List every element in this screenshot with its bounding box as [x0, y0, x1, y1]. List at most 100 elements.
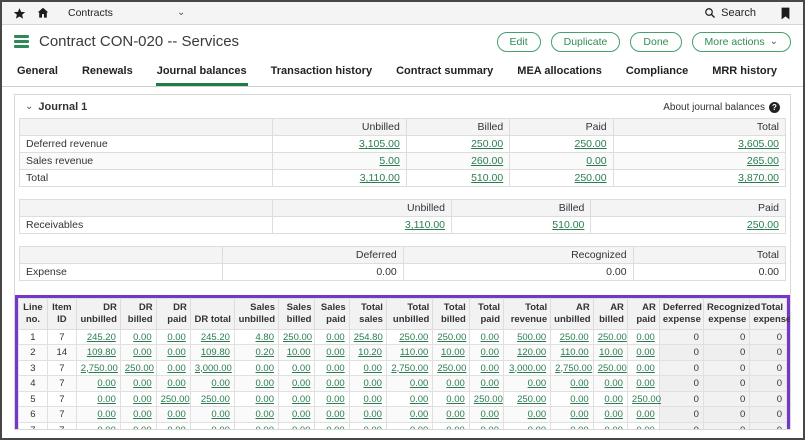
amount-link[interactable]: 250.00: [632, 394, 661, 405]
amount-link[interactable]: 0.00: [363, 363, 382, 374]
amount-link[interactable]: 3,605.00: [738, 138, 779, 150]
amount-link[interactable]: 0.00: [167, 347, 186, 358]
amount-link[interactable]: 110.00: [560, 347, 588, 358]
amount-link[interactable]: 0.00: [133, 409, 152, 420]
amount-link[interactable]: 10.20: [358, 347, 382, 358]
amount-link[interactable]: 0.00: [481, 347, 500, 358]
amount-link[interactable]: 0.00: [528, 425, 547, 431]
journal-title[interactable]: Journal 1: [38, 101, 663, 113]
tab-journal-balances[interactable]: Journal balances: [156, 58, 248, 86]
amount-link[interactable]: 0.00: [481, 409, 500, 420]
tab-transaction-history[interactable]: Transaction history: [270, 58, 373, 86]
amount-link[interactable]: 2,750.00: [555, 363, 592, 374]
amount-link[interactable]: 0.00: [636, 409, 655, 420]
amount-link[interactable]: 0.00: [363, 378, 382, 389]
amount-link[interactable]: 245.20: [87, 332, 116, 343]
more-actions-button[interactable]: More actions⌄: [692, 32, 792, 52]
star-icon[interactable]: [12, 6, 27, 21]
amount-link[interactable]: 0.00: [256, 425, 275, 431]
amount-link[interactable]: 0.00: [570, 394, 589, 405]
amount-link[interactable]: 265.00: [747, 155, 779, 167]
amount-link[interactable]: 250.00: [161, 394, 190, 405]
amount-link[interactable]: 250.00: [125, 363, 154, 374]
amount-link[interactable]: 0.00: [326, 394, 345, 405]
tab-contract-summary[interactable]: Contract summary: [395, 58, 494, 86]
amount-link[interactable]: 3,105.00: [359, 138, 400, 150]
amount-link[interactable]: 250.00: [437, 363, 466, 374]
amount-link[interactable]: 0.00: [97, 394, 116, 405]
amount-link[interactable]: 0.00: [481, 425, 500, 431]
contracts-dropdown[interactable]: Contracts ⌄: [68, 7, 185, 19]
amount-link[interactable]: 0.00: [481, 378, 500, 389]
amount-link[interactable]: 0.00: [97, 409, 116, 420]
tab-compliance[interactable]: Compliance: [625, 58, 689, 86]
amount-link[interactable]: 5.00: [379, 155, 399, 167]
amount-link[interactable]: 0.00: [528, 378, 547, 389]
amount-link[interactable]: 0.00: [570, 425, 589, 431]
amount-link[interactable]: 10.00: [441, 347, 465, 358]
amount-link[interactable]: 0.00: [363, 394, 382, 405]
amount-link[interactable]: 500.00: [517, 332, 546, 343]
amount-link[interactable]: 0.00: [410, 425, 429, 431]
amount-link[interactable]: 0.00: [256, 394, 275, 405]
amount-link[interactable]: 260.00: [471, 155, 503, 167]
amount-link[interactable]: 3,000.00: [195, 363, 232, 374]
tab-mea-allocations[interactable]: MEA allocations: [516, 58, 603, 86]
amount-link[interactable]: 250.00: [471, 138, 503, 150]
amount-link[interactable]: 0.00: [446, 378, 465, 389]
bookmark-icon[interactable]: [778, 6, 793, 21]
amount-link[interactable]: 10.00: [287, 347, 311, 358]
duplicate-button[interactable]: Duplicate: [551, 32, 621, 52]
amount-link[interactable]: 0.00: [446, 394, 465, 405]
amount-link[interactable]: 250.00: [517, 394, 546, 405]
amount-link[interactable]: 0.00: [292, 409, 311, 420]
amount-link[interactable]: 0.00: [326, 363, 345, 374]
amount-link[interactable]: 0.00: [133, 394, 152, 405]
amount-link[interactable]: 3,110.00: [360, 172, 400, 184]
home-icon[interactable]: [35, 6, 50, 21]
amount-link[interactable]: 0.00: [481, 332, 500, 343]
amount-link[interactable]: 0.00: [446, 409, 465, 420]
amount-link[interactable]: 0.20: [256, 347, 275, 358]
amount-link[interactable]: 250.00: [575, 138, 607, 150]
amount-link[interactable]: 0.00: [167, 378, 186, 389]
amount-link[interactable]: 0.00: [326, 425, 345, 431]
amount-link[interactable]: 0.00: [604, 378, 623, 389]
collapse-chevron-icon[interactable]: ⌄: [25, 104, 33, 110]
amount-link[interactable]: 0.00: [410, 409, 429, 420]
amount-link[interactable]: 0.00: [167, 425, 186, 431]
done-button[interactable]: Done: [630, 32, 681, 52]
amount-link[interactable]: 245.20: [201, 332, 230, 343]
amount-link[interactable]: 0.00: [292, 425, 311, 431]
amount-link[interactable]: 250.00: [598, 363, 627, 374]
amount-link[interactable]: 254.80: [354, 332, 383, 343]
amount-link[interactable]: 2,750.00: [391, 363, 428, 374]
amount-link[interactable]: 0.00: [410, 394, 429, 405]
about-journal-balances-link[interactable]: About journal balances ?: [663, 102, 780, 113]
amount-link[interactable]: 250.00: [399, 332, 428, 343]
amount-link[interactable]: 120.00: [517, 347, 546, 358]
amount-link[interactable]: 0.00: [292, 363, 311, 374]
amount-link[interactable]: 0.00: [211, 409, 230, 420]
amount-link[interactable]: 0.00: [604, 425, 623, 431]
menu-icon[interactable]: [14, 35, 29, 48]
amount-link[interactable]: 0.00: [481, 363, 500, 374]
amount-link[interactable]: 0.00: [167, 363, 186, 374]
amount-link[interactable]: 250.00: [747, 219, 779, 231]
amount-link[interactable]: 0.00: [256, 378, 275, 389]
amount-link[interactable]: 0.00: [363, 425, 382, 431]
amount-link[interactable]: 0.00: [326, 378, 345, 389]
amount-link[interactable]: 0.00: [133, 347, 152, 358]
tab-renewals[interactable]: Renewals: [81, 58, 134, 86]
amount-link[interactable]: 0.00: [604, 409, 623, 420]
amount-link[interactable]: 0.00: [604, 394, 623, 405]
amount-link[interactable]: 0.00: [586, 155, 606, 167]
amount-link[interactable]: 0.00: [256, 363, 275, 374]
amount-link[interactable]: 0.00: [636, 425, 655, 431]
amount-link[interactable]: 0.00: [97, 425, 116, 431]
amount-link[interactable]: 0.00: [292, 378, 311, 389]
amount-link[interactable]: 510.00: [552, 219, 584, 231]
amount-link[interactable]: 0.00: [570, 378, 589, 389]
amount-link[interactable]: 0.00: [446, 425, 465, 431]
amount-link[interactable]: 0.00: [636, 378, 655, 389]
